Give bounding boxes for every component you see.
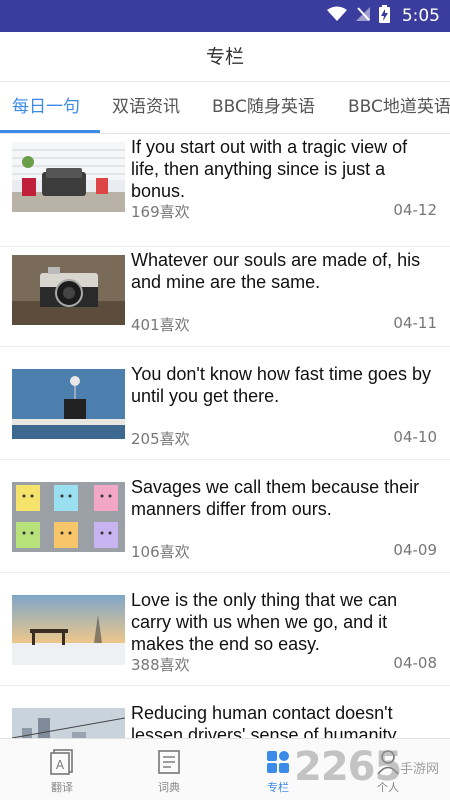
tab-bilingual-news[interactable]: 双语资讯 [112, 82, 180, 133]
watermark-site: 手游网 [400, 762, 440, 777]
like-count: 401喜欢 [131, 316, 190, 334]
quote-text: You don't know how fast time goes by unt… [131, 364, 431, 406]
thumbnail-plant-pot-shelf [12, 369, 125, 439]
nav-label: 词典 [158, 781, 180, 794]
watermark-brand: 2265 [294, 744, 402, 790]
list-item[interactable]: Whatever our souls are made of, his and … [0, 233, 450, 347]
like-count: 205喜欢 [131, 430, 190, 448]
post-date: 04-10 [393, 428, 437, 446]
post-date: 04-09 [393, 541, 437, 559]
clock: 5:05 [401, 6, 440, 26]
thumbnail-patio-chairs [12, 142, 125, 212]
list-item[interactable]: You don't know how fast time goes by unt… [0, 347, 450, 460]
dictionary-icon [157, 749, 181, 775]
list-item[interactable]: Reducing human contact doesn't lessen dr… [0, 686, 450, 738]
quote-text: Reducing human contact doesn't lessen dr… [131, 703, 397, 738]
status-icons: 5:05 [326, 0, 440, 32]
thumbnail-winter-bench [12, 595, 125, 665]
thumbnail-city-skyline [12, 708, 125, 738]
wifi-icon [326, 6, 347, 27]
post-date: 04-11 [393, 314, 437, 332]
list-item[interactable]: Savages we call them because their manne… [0, 460, 450, 573]
quote-text: Whatever our souls are made of, his and … [131, 250, 421, 292]
article-list: If you start out with a tragic view of l… [0, 134, 450, 738]
list-item[interactable]: Love is the only thing that we can carry… [0, 573, 450, 686]
site-watermark: 2265 手游网 [290, 744, 450, 796]
like-count: 106喜欢 [131, 543, 190, 561]
post-date: 04-12 [393, 201, 437, 219]
translate-icon: A [50, 749, 74, 775]
tab-bbc-portable-english[interactable]: BBC随身英语 [212, 82, 315, 133]
list-item[interactable]: If you start out with a tragic view of l… [0, 134, 450, 247]
tab-daily-sentence[interactable]: 每日一句 [12, 82, 80, 133]
status-bar: 5:05 [0, 0, 450, 32]
column-icon [266, 749, 290, 775]
category-tabs: 每日一句 双语资讯 BBC随身英语 BBC地道英语 [0, 82, 450, 134]
page-title: 专栏 [0, 32, 450, 82]
nav-dictionary[interactable]: 词典 [113, 739, 225, 800]
battery-charging-icon [378, 4, 390, 28]
nav-translate[interactable]: A 翻译 [6, 739, 118, 800]
nav-label: 翻译 [51, 781, 73, 794]
no-signal-icon [355, 6, 371, 27]
active-tab-indicator [0, 130, 100, 133]
quote-text: If you start out with a tragic view of l… [131, 137, 408, 201]
quote-text: Love is the only thing that we can carry… [131, 590, 398, 654]
thumbnail-sticky-note-faces [12, 482, 125, 552]
quote-text: Savages we call them because their manne… [131, 477, 420, 519]
svg-text:A: A [56, 758, 65, 772]
like-count: 169喜欢 [131, 203, 190, 221]
tab-bbc-authentic-english[interactable]: BBC地道英语 [348, 82, 450, 133]
like-count: 388喜欢 [131, 656, 190, 674]
post-date: 04-08 [393, 654, 437, 672]
thumbnail-vintage-camera [12, 255, 125, 325]
